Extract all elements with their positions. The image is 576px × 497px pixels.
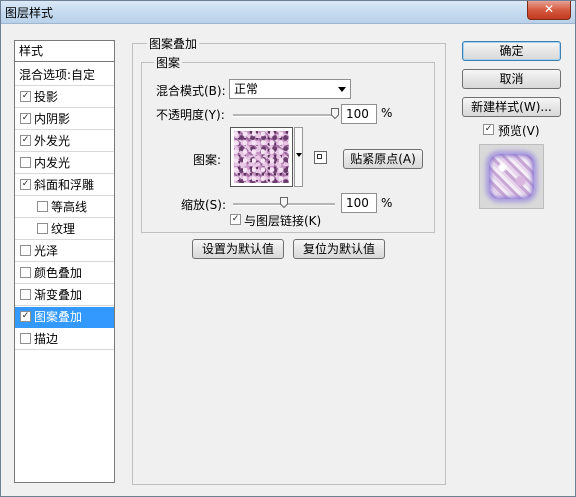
chevron-down-icon [338, 87, 346, 92]
preview-label: 预览(V) [498, 124, 540, 138]
chevron-down-icon [296, 153, 302, 157]
sidebar-item-checkbox[interactable]: ✓ [20, 311, 31, 322]
sidebar-item-label: 光泽 [34, 244, 59, 258]
sidebar-item-checkbox[interactable] [37, 223, 48, 234]
title-bar[interactable]: 图层样式 ✕ [1, 1, 575, 24]
sidebar-item-label: 内阴影 [34, 112, 71, 126]
link-with-layer-checkbox[interactable]: ✓ [230, 214, 241, 225]
snap-to-origin-button[interactable]: 贴紧原点(A) [343, 149, 423, 169]
sidebar-item-label: 外发光 [34, 134, 71, 148]
preview-thumbnail [489, 154, 534, 199]
sidebar-item-label: 等高线 [51, 200, 88, 214]
subgroup-title: 图案 [154, 54, 183, 71]
layer-style-dialog: 图层样式 ✕ 样式 混合选项:自定 ✓ 投影 ✓ 内阴影 ✓ 外发光 内发光 ✓ 斜面和浮雕 等高线… [0, 0, 576, 497]
pattern-thumbnail [234, 131, 289, 183]
sidebar-item[interactable]: 纹理 [15, 219, 114, 240]
sidebar-item[interactable]: 内发光 [15, 153, 114, 174]
sidebar-item-label: 投影 [34, 90, 59, 104]
group-title: 图案叠加 [147, 35, 200, 52]
opacity-slider-thumb[interactable] [331, 108, 339, 119]
sidebar-item-label: 描边 [34, 332, 59, 346]
pattern-overlay-group: 图案叠加 图案 混合模式(B): 正常 不透明度(Y): 100 % 图案: 贴… [132, 35, 446, 485]
sidebar-item[interactable]: ✓ 斜面和浮雕 [15, 175, 114, 196]
sidebar-item-label: 图案叠加 [34, 310, 83, 324]
pattern-picker[interactable] [230, 127, 293, 187]
ok-button[interactable]: 确定 [462, 41, 561, 61]
new-preset-icon[interactable] [314, 151, 327, 164]
sidebar-item-label: 内发光 [34, 156, 71, 170]
sidebar-item[interactable]: ✓ 图案叠加 [15, 307, 114, 328]
sidebar-item[interactable]: 混合选项:自定 [15, 65, 114, 86]
sidebar-item-label: 斜面和浮雕 [34, 178, 95, 192]
sidebar-item[interactable]: 光泽 [15, 241, 114, 262]
pattern-subgroup: 图案 混合模式(B): 正常 不透明度(Y): 100 % 图案: 贴紧原点(A… [141, 54, 435, 233]
sidebar-item-checkbox[interactable] [20, 289, 31, 300]
sidebar-item-checkbox[interactable] [20, 267, 31, 278]
style-preview [479, 144, 544, 209]
reset-default-button[interactable]: 复位为默认值 [293, 239, 385, 259]
set-default-button[interactable]: 设置为默认值 [192, 239, 284, 259]
pattern-dropdown-button[interactable] [294, 127, 303, 187]
blend-mode-label: 混合模式(B): [156, 84, 226, 98]
sidebar-item[interactable]: 等高线 [15, 197, 114, 218]
sidebar-item-checkbox[interactable] [37, 201, 48, 212]
sidebar-item[interactable]: 渐变叠加 [15, 285, 114, 306]
sidebar-item-checkbox[interactable]: ✓ [20, 179, 31, 190]
sidebar-item-label: 颜色叠加 [34, 266, 83, 280]
sidebar-item-label: 纹理 [51, 222, 76, 236]
blend-mode-select[interactable]: 正常 [229, 79, 351, 99]
scale-input[interactable]: 100 [341, 193, 377, 213]
close-button[interactable]: ✕ [527, 1, 571, 20]
pattern-label: 图案: [193, 153, 222, 167]
sidebar-item[interactable]: 描边 [15, 329, 114, 350]
opacity-label: 不透明度(Y): [156, 108, 225, 122]
new-style-button[interactable]: 新建样式(W)... [462, 97, 561, 117]
new-preset-glyph [317, 154, 322, 159]
sidebar-item-checkbox[interactable]: ✓ [20, 113, 31, 124]
opacity-input[interactable]: 100 [341, 104, 377, 124]
sidebar-item-checkbox[interactable]: ✓ [20, 91, 31, 102]
sidebar-item[interactable]: ✓ 投影 [15, 87, 114, 108]
opacity-unit: % [381, 106, 393, 120]
styles-list: 样式 混合选项:自定 ✓ 投影 ✓ 内阴影 ✓ 外发光 内发光 ✓ 斜面和浮雕 等高线 纹理 光泽 颜色叠… [14, 40, 115, 483]
sidebar-item-checkbox[interactable] [20, 245, 31, 256]
scale-label: 缩放(S): [181, 198, 227, 212]
scale-unit: % [381, 196, 393, 210]
opacity-slider[interactable] [233, 114, 335, 117]
sidebar-item[interactable]: 颜色叠加 [15, 263, 114, 284]
sidebar-item[interactable]: ✓ 内阴影 [15, 109, 114, 130]
styles-header: 样式 [15, 41, 114, 62]
scale-slider-thumb[interactable] [280, 197, 288, 208]
sidebar-item-label: 渐变叠加 [34, 288, 83, 302]
preview-checkbox[interactable]: ✓ [483, 124, 494, 135]
sidebar-item[interactable]: ✓ 外发光 [15, 131, 114, 152]
link-with-layer-label: 与图层链接(K) [244, 214, 322, 228]
window-title: 图层样式 [5, 6, 54, 20]
sidebar-item-checkbox[interactable] [20, 157, 31, 168]
sidebar-item-checkbox[interactable] [20, 333, 31, 344]
sidebar-item-checkbox[interactable]: ✓ [20, 135, 31, 146]
sidebar-item-label: 混合选项:自定 [19, 68, 96, 82]
cancel-button[interactable]: 取消 [462, 69, 561, 89]
